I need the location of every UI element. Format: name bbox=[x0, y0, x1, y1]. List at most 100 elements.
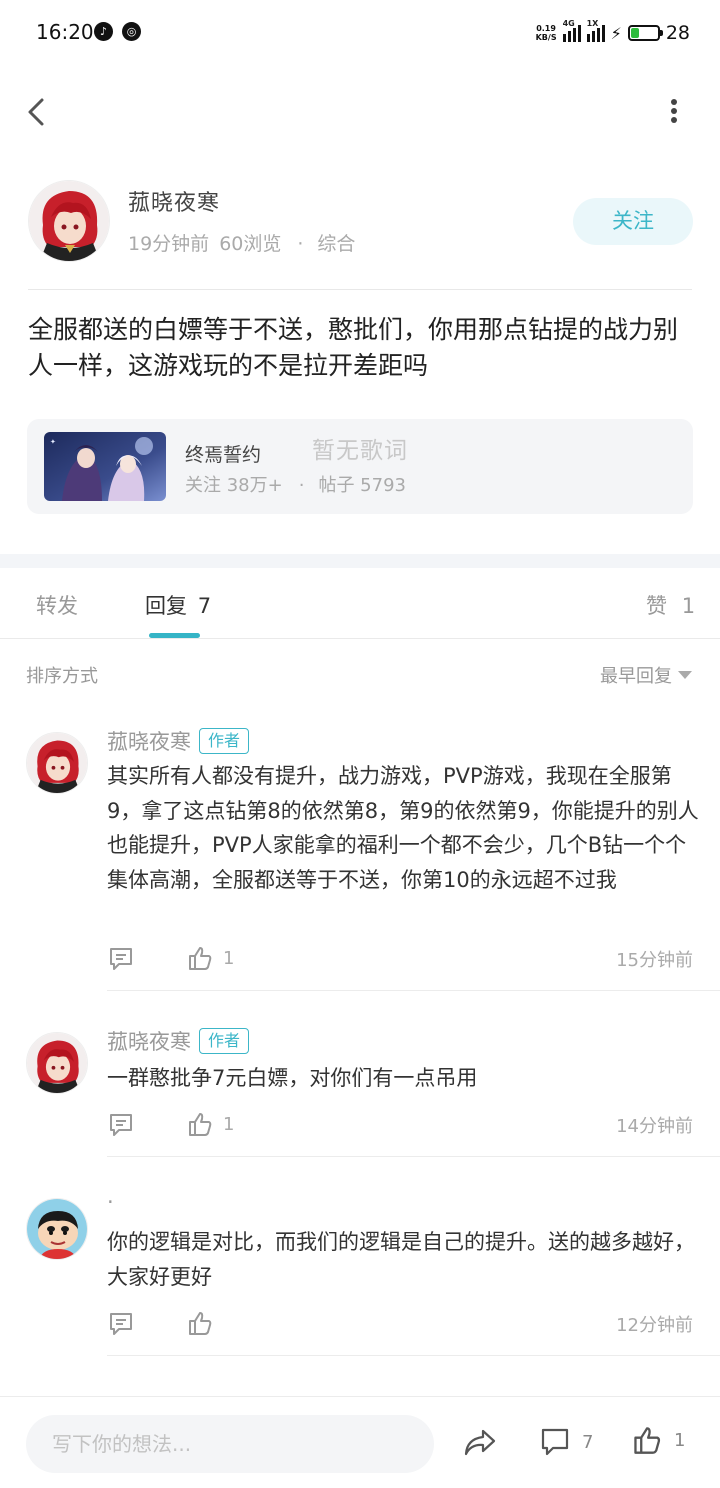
tab-reply-count: 7 bbox=[197, 594, 212, 618]
comment-author-name: 菰晓夜寒 bbox=[107, 1030, 191, 1054]
comment-author[interactable]: · bbox=[107, 1190, 114, 1214]
post-category[interactable]: 综合 bbox=[317, 233, 355, 255]
bottom-action-bar: 7 1 bbox=[0, 1396, 720, 1488]
network-speed-unit: KB/S bbox=[535, 33, 557, 42]
comment-text: 其实所有人都没有提升，战力游戏，PVP游戏，我现在全服第9，拿了这点钻第8的依然… bbox=[107, 764, 699, 892]
avatar-red-hair-character bbox=[27, 1033, 87, 1093]
comment-count: 7 bbox=[582, 1431, 594, 1453]
status-bar: 16:20 ♪ ◎ 0.19 KB/S 4G 1X ⚡ 28 bbox=[0, 0, 720, 64]
tab-divider bbox=[0, 638, 720, 639]
thumbs-up-icon bbox=[634, 1427, 661, 1454]
back-button[interactable] bbox=[22, 92, 58, 132]
game-followers: 关注 38万+ bbox=[185, 475, 283, 496]
signal-1x-icon: 1X bbox=[586, 19, 605, 42]
signal-1x-label: 1X bbox=[586, 19, 599, 28]
game-name: 终焉誓约 bbox=[185, 444, 262, 466]
signal-4g-icon: 4G bbox=[562, 19, 581, 42]
charging-bolt-icon: ⚡ bbox=[610, 23, 622, 43]
comment-time: 14分钟前 bbox=[616, 1116, 693, 1137]
tab-like[interactable]: 赞 1 bbox=[646, 590, 695, 620]
like-post-button[interactable]: 1 bbox=[632, 1425, 685, 1455]
comment-author-name: 菰晓夜寒 bbox=[107, 730, 191, 754]
battery-icon bbox=[627, 25, 663, 41]
comment-divider bbox=[107, 990, 720, 991]
author-avatar[interactable] bbox=[28, 180, 110, 262]
like-button[interactable]: 1 bbox=[187, 945, 234, 971]
status-time: 16:20 bbox=[36, 20, 94, 44]
tab-like-count: 1 bbox=[681, 594, 696, 618]
tab-forward[interactable]: 转发 bbox=[36, 590, 78, 620]
signal-4g-label: 4G bbox=[562, 19, 575, 28]
status-right-group: 0.19 KB/S 4G 1X ⚡ 28 bbox=[536, 19, 690, 46]
comments-button[interactable]: 7 bbox=[540, 1427, 593, 1457]
comment-author-name: · bbox=[107, 1190, 114, 1214]
avatar-red-hair-character bbox=[29, 181, 109, 261]
sort-label: 排序方式 bbox=[26, 666, 98, 687]
battery-fill bbox=[630, 28, 639, 38]
reply-input[interactable] bbox=[26, 1415, 434, 1473]
comment-time: 12分钟前 bbox=[616, 1315, 693, 1336]
thumbs-up-icon bbox=[189, 947, 212, 970]
avatar-red-hair-character bbox=[27, 733, 87, 793]
like-count: 1 bbox=[223, 947, 235, 969]
section-gap bbox=[0, 554, 720, 568]
post-like-count: 1 bbox=[674, 1429, 686, 1451]
more-vertical-icon bbox=[671, 99, 677, 123]
svg-text:✦: ✦ bbox=[50, 438, 56, 446]
reply-button[interactable] bbox=[108, 946, 134, 972]
battery-level: 28 bbox=[665, 22, 690, 44]
post-meta: 19分钟前 60浏览 · 综合 bbox=[128, 229, 365, 256]
lyrics-watermark: 暂无歌词 bbox=[312, 438, 408, 464]
comment-text: 一群憨批争7元白嫖，对你们有一点吊用 bbox=[107, 1066, 478, 1090]
network-speed-value: 0.19 bbox=[536, 24, 556, 33]
game-thumbnail: ✦ bbox=[44, 432, 166, 501]
comment-divider bbox=[107, 1355, 720, 1356]
reply-button[interactable] bbox=[108, 1112, 134, 1138]
post-time: 19分钟前 bbox=[128, 233, 210, 255]
post-views: 60浏览 bbox=[219, 233, 282, 255]
follow-button[interactable]: 关注 bbox=[573, 198, 693, 245]
share-arrow-icon bbox=[464, 1429, 496, 1456]
like-button[interactable] bbox=[187, 1310, 223, 1336]
game-card[interactable]: ✦ 终焉誓约 暂无歌词 关注 38万+ · 帖子 5793 bbox=[27, 419, 693, 514]
comment-author[interactable]: 菰晓夜寒 作者 bbox=[107, 1026, 250, 1056]
tab-reply[interactable]: 回复 7 bbox=[145, 590, 211, 620]
author-badge: 作者 bbox=[199, 1028, 250, 1054]
network-speed: 0.19 KB/S bbox=[536, 24, 557, 42]
sort-dropdown[interactable]: 最早回复 bbox=[600, 662, 692, 688]
caret-down-icon bbox=[678, 671, 692, 679]
comment-avatar[interactable] bbox=[26, 1198, 88, 1260]
comment-bubble-icon bbox=[541, 1428, 569, 1456]
game-posts: 帖子 5793 bbox=[318, 475, 406, 496]
divider bbox=[28, 289, 692, 290]
thumbs-up-icon bbox=[189, 1312, 212, 1335]
comment-author[interactable]: 菰晓夜寒 作者 bbox=[107, 726, 250, 756]
comment-text: 你的逻辑是对比，而我们的逻辑是自己的提升。送的越多越好，大家好更好 bbox=[107, 1230, 695, 1289]
stats-separator: · bbox=[298, 475, 305, 496]
share-button[interactable] bbox=[463, 1427, 497, 1457]
like-button[interactable]: 1 bbox=[187, 1111, 234, 1137]
comment-divider bbox=[107, 1156, 720, 1157]
comment-avatar[interactable] bbox=[26, 732, 88, 794]
more-button[interactable] bbox=[660, 96, 688, 128]
game-stats: 关注 38万+ · 帖子 5793 bbox=[185, 471, 416, 497]
notification-icon-b: ◎ bbox=[122, 22, 141, 41]
author-name[interactable]: 菰晓夜寒 bbox=[128, 185, 220, 217]
meta-separator: · bbox=[297, 233, 304, 255]
comment-bubble-icon bbox=[110, 1313, 132, 1335]
author-badge: 作者 bbox=[199, 728, 250, 754]
comment-bubble-icon bbox=[110, 1114, 132, 1136]
chevron-left-icon bbox=[28, 98, 44, 126]
reply-button[interactable] bbox=[108, 1311, 134, 1337]
like-count: 1 bbox=[223, 1113, 235, 1135]
comment-time: 15分钟前 bbox=[616, 950, 693, 971]
game-cover-image: ✦ bbox=[44, 432, 166, 501]
comment-bubble-icon bbox=[110, 948, 132, 970]
avatar-cartoon-boy bbox=[27, 1199, 87, 1259]
comment-avatar[interactable] bbox=[26, 1032, 88, 1094]
tab-reply-label: 回复 bbox=[145, 594, 187, 618]
tab-like-label: 赞 bbox=[646, 594, 667, 618]
thumbs-up-icon bbox=[189, 1113, 212, 1136]
post-body: 全服都送的白嫖等于不送，憨批们，你用那点钻提的战力别人一样，这游戏玩的不是拉开差… bbox=[28, 315, 679, 380]
notification-icon-a: ♪ bbox=[94, 22, 113, 41]
